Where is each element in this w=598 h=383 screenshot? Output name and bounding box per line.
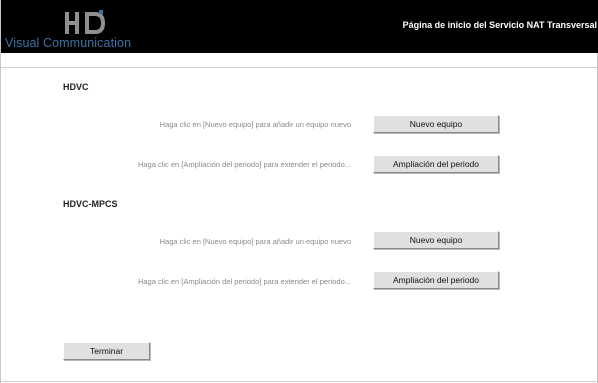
bottom-border [1, 381, 597, 382]
instruction-extend-period-mpcs: Haga clic en [Ampliación del periodo] pa… [137, 277, 351, 286]
instruction-extend-period-hdvc: Haga clic en [Ampliación del periodo] pa… [137, 160, 351, 169]
page-title: Página de inicio del Servicio NAT Transv… [402, 20, 597, 30]
logo-text: Visual Communication [5, 36, 132, 50]
instruction-new-equipment-mpcs: Haga clic en [Nuevo equipo] para añadir … [159, 237, 351, 246]
hd-logo-icon [65, 10, 105, 34]
extend-period-button-hdvc[interactable]: Ampliación del periodo [373, 155, 499, 173]
finish-button[interactable]: Terminar [63, 342, 150, 360]
section-title-hdvc: HDVC [63, 82, 89, 92]
app-frame: Visual Communication Página de inicio de… [0, 0, 598, 383]
logo: Visual Communication [5, 10, 155, 52]
header-bar: Visual Communication Página de inicio de… [1, 0, 598, 53]
section-title-hdvc-mpcs: HDVC-MPCS [63, 199, 118, 209]
extend-period-button-mpcs[interactable]: Ampliación del periodo [373, 271, 499, 289]
new-equipment-button-hdvc[interactable]: Nuevo equipo [373, 115, 499, 133]
instruction-new-equipment-hdvc: Haga clic en [Nuevo equipo] para añadir … [159, 120, 351, 129]
header-divider [1, 67, 597, 68]
new-equipment-button-mpcs[interactable]: Nuevo equipo [373, 231, 499, 249]
